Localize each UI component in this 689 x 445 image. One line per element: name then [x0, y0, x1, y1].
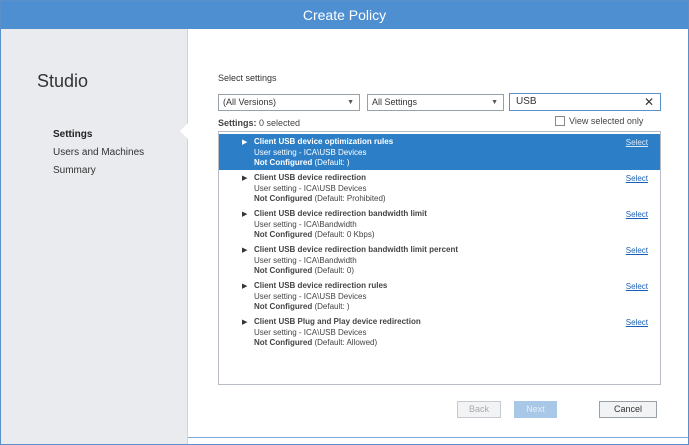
setting-path: User setting - ICA\USB Devices	[254, 292, 367, 301]
setting-default: (Default: 0)	[314, 266, 355, 275]
setting-default: (Default: Allowed)	[314, 338, 378, 347]
setting-name: Client USB device optimization rules	[254, 137, 394, 146]
checkbox-icon[interactable]	[555, 116, 565, 126]
view-selected-only-label: View selected only	[569, 116, 644, 126]
setting-name: Client USB device redirection rules	[254, 281, 388, 290]
create-policy-window: Create Policy Studio Settings Users and …	[0, 0, 689, 445]
setting-state: Not Configured (Default: )	[254, 302, 350, 311]
app-name: Studio	[37, 71, 89, 91]
expand-arrow-icon[interactable]: ▶	[242, 282, 247, 290]
setting-default: (Default: Prohibited)	[314, 194, 386, 203]
list-item[interactable]: ▶ Client USB device redirection User set…	[219, 170, 660, 206]
setting-path: User setting - ICA\USB Devices	[254, 184, 367, 193]
next-button[interactable]: Next	[514, 401, 557, 418]
back-button[interactable]: Back	[457, 401, 501, 418]
setting-name: Client USB device redirection bandwidth …	[254, 209, 427, 218]
settings-selected-count: Settings: 0 selected	[218, 118, 300, 128]
select-link[interactable]: Select	[626, 138, 648, 147]
sidebar-item-summary[interactable]: Summary	[53, 165, 96, 176]
setting-name: Client USB Plug and Play device redirect…	[254, 317, 421, 326]
version-filter-select[interactable]: (All Versions) ▼	[218, 94, 360, 111]
version-filter-value: (All Versions)	[223, 97, 277, 107]
expand-arrow-icon[interactable]: ▶	[242, 246, 247, 254]
select-link[interactable]: Select	[626, 246, 648, 255]
view-selected-only-checkbox[interactable]: View selected only	[555, 116, 643, 126]
settings-count-value: 0 selected	[259, 118, 301, 128]
setting-path: User setting - ICA\USB Devices	[254, 148, 367, 157]
setting-state-label: Not Configured	[254, 158, 313, 167]
select-link[interactable]: Select	[626, 282, 648, 291]
setting-state: Not Configured (Default: 0 Kbps)	[254, 230, 374, 239]
search-input[interactable]: USB ✕	[509, 93, 661, 111]
select-link[interactable]: Select	[626, 210, 648, 219]
chevron-down-icon: ▼	[491, 99, 498, 106]
wizard-sidebar: Studio Settings Users and Machines Summa…	[1, 29, 188, 444]
category-filter-select[interactable]: All Settings ▼	[367, 94, 504, 111]
list-item[interactable]: ▶ Client USB device optimization rules U…	[219, 134, 660, 170]
search-value: USB	[516, 96, 537, 107]
list-item[interactable]: ▶ Client USB device redirection bandwidt…	[219, 242, 660, 278]
chevron-down-icon: ▼	[347, 99, 354, 106]
clear-search-icon[interactable]: ✕	[644, 94, 654, 110]
setting-state-label: Not Configured	[254, 266, 313, 275]
setting-state-label: Not Configured	[254, 302, 313, 311]
footer-divider	[188, 437, 688, 438]
setting-state: Not Configured (Default: 0)	[254, 266, 354, 275]
setting-state-label: Not Configured	[254, 338, 313, 347]
setting-default: (Default: )	[314, 302, 350, 311]
sidebar-item-users-and-machines[interactable]: Users and Machines	[53, 147, 144, 158]
expand-arrow-icon[interactable]: ▶	[242, 138, 247, 146]
setting-state: Not Configured (Default: Allowed)	[254, 338, 377, 347]
active-step-indicator	[180, 123, 188, 139]
setting-name: Client USB device redirection bandwidth …	[254, 245, 459, 254]
setting-default: (Default: )	[314, 158, 350, 167]
setting-name: Client USB device redirection	[254, 173, 367, 182]
setting-state-label: Not Configured	[254, 194, 313, 203]
list-item[interactable]: ▶ Client USB device redirection rules Us…	[219, 278, 660, 314]
expand-arrow-icon[interactable]: ▶	[242, 174, 247, 182]
cancel-button[interactable]: Cancel	[599, 401, 657, 418]
setting-path: User setting - ICA\Bandwidth	[254, 220, 357, 229]
setting-state: Not Configured (Default: )	[254, 158, 350, 167]
section-label: Select settings	[218, 73, 277, 83]
window-title: Create Policy	[1, 1, 688, 29]
settings-list: ▶ Client USB device optimization rules U…	[218, 131, 661, 385]
setting-state: Not Configured (Default: Prohibited)	[254, 194, 386, 203]
expand-arrow-icon[interactable]: ▶	[242, 318, 247, 326]
expand-arrow-icon[interactable]: ▶	[242, 210, 247, 218]
category-filter-value: All Settings	[372, 97, 418, 107]
sidebar-item-settings[interactable]: Settings	[53, 129, 92, 140]
select-link[interactable]: Select	[626, 174, 648, 183]
settings-count-label: Settings:	[218, 118, 257, 128]
select-link[interactable]: Select	[626, 318, 648, 327]
setting-path: User setting - ICA\Bandwidth	[254, 256, 357, 265]
setting-state-label: Not Configured	[254, 230, 313, 239]
setting-default: (Default: 0 Kbps)	[314, 230, 375, 239]
setting-path: User setting - ICA\USB Devices	[254, 328, 367, 337]
list-item[interactable]: ▶ Client USB device redirection bandwidt…	[219, 206, 660, 242]
list-item[interactable]: ▶ Client USB Plug and Play device redire…	[219, 314, 660, 350]
